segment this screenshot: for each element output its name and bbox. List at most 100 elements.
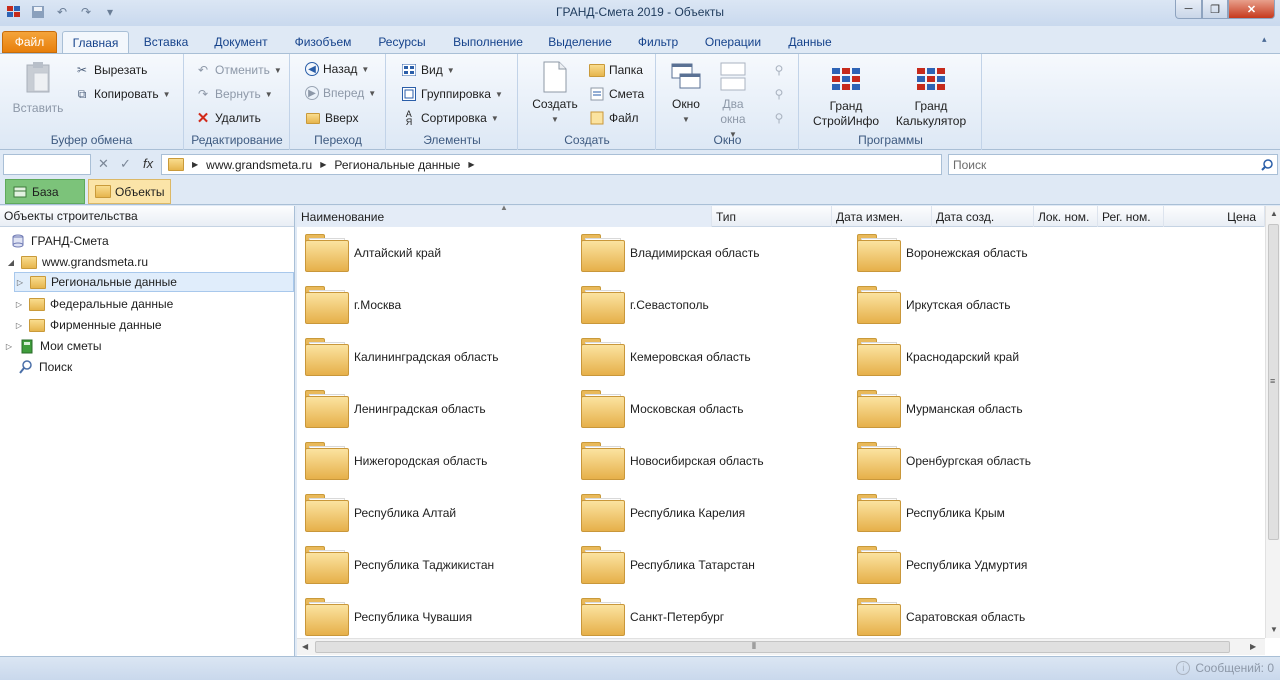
folder-item[interactable]: Краснодарский край — [857, 335, 1019, 379]
tab-base[interactable]: База — [5, 179, 85, 204]
tab-objects[interactable]: Объекты — [88, 179, 171, 204]
folder-item[interactable]: Республика Удмуртия — [857, 543, 1027, 587]
paste-button[interactable]: Вставить — [10, 60, 66, 116]
new-file-button[interactable]: Файл — [589, 110, 639, 126]
sort-button[interactable]: AЯ Сортировка ▼ — [401, 110, 499, 127]
column-date-modified[interactable]: Дата измен. — [832, 206, 932, 227]
messages-status[interactable]: i Сообщений: 0 — [1176, 661, 1274, 675]
cell-name-input[interactable] — [3, 154, 91, 175]
folder-item[interactable]: Республика Крым — [857, 491, 1005, 535]
column-reg-number[interactable]: Рег. ном. — [1098, 206, 1164, 227]
column-date-created[interactable]: Дата созд. — [932, 206, 1034, 227]
confirm-icon[interactable]: ✓ — [120, 156, 131, 172]
search-icon-1[interactable]: ⚲ — [771, 62, 787, 78]
folder-item[interactable]: Нижегородская область — [305, 439, 487, 483]
folder-item[interactable]: Саратовская область — [857, 595, 1025, 638]
horizontal-scrollbar[interactable]: ◀ ⦀ ▶ — [297, 638, 1265, 655]
scroll-down-icon[interactable]: ▼ — [1270, 625, 1278, 634]
folder-item[interactable]: Московская область — [581, 387, 744, 431]
folder-item[interactable]: Алтайский край — [305, 231, 441, 275]
tab-data[interactable]: Данные — [778, 31, 842, 53]
tab-home[interactable]: Главная — [62, 31, 129, 54]
search-icon[interactable] — [1258, 156, 1276, 173]
folder-item[interactable]: Республика Алтай — [305, 491, 456, 535]
undo-button[interactable]: ↶ Отменить ▼ — [195, 62, 282, 78]
tree-node-firm-data[interactable]: ▷ Фирменные данные — [14, 315, 162, 335]
horizontal-scroll-thumb[interactable] — [315, 641, 1230, 653]
window-button[interactable]: Окно ▼ — [665, 60, 707, 127]
tab-selection[interactable]: Выделение — [540, 31, 620, 53]
close-button[interactable]: ✕ — [1228, 0, 1275, 19]
folder-item[interactable]: Санкт-Петербург — [581, 595, 724, 638]
redo-button[interactable]: ↷ Вернуть ▼ — [195, 86, 273, 102]
column-name[interactable]: Наименование ▲ — [297, 203, 712, 227]
folder-item[interactable]: Оренбургская область — [857, 439, 1031, 483]
folder-item[interactable]: Республика Чувашия — [305, 595, 472, 638]
expand-triangle-icon[interactable]: ▷ — [4, 342, 14, 351]
folder-item[interactable]: Иркутская область — [857, 283, 1011, 327]
copy-button[interactable]: ⧉ Копировать ▼ — [74, 86, 171, 102]
collapse-triangle-icon[interactable]: ◢ — [6, 258, 16, 267]
delete-button[interactable]: ✕ Удалить — [195, 110, 261, 127]
folder-item[interactable]: г.Севастополь — [581, 283, 709, 327]
grand-stroyinfo-button[interactable]: Гранд СтройИнфо — [810, 62, 882, 129]
cancel-icon[interactable]: ✕ — [98, 156, 109, 172]
search-icon-2[interactable]: ⚲ — [771, 86, 787, 102]
tree-node-regional-data[interactable]: ▷ Региональные данные — [14, 272, 294, 292]
expand-triangle-icon[interactable]: ▷ — [15, 278, 25, 287]
tab-operations[interactable]: Операции — [696, 31, 770, 53]
folder-item[interactable]: Республика Карелия — [581, 491, 745, 535]
tab-file[interactable]: Файл — [2, 31, 57, 53]
grand-calculator-button[interactable]: Гранд Калькулятор — [892, 62, 970, 129]
folder-item[interactable]: Республика Таджикистан — [305, 543, 494, 587]
folder-item[interactable]: г.Москва — [305, 283, 401, 327]
expand-triangle-icon[interactable]: ▷ — [14, 300, 24, 309]
folder-item[interactable]: Новосибирская область — [581, 439, 764, 483]
function-icon[interactable]: fx — [143, 156, 153, 171]
new-estimate-button[interactable]: Смета — [589, 86, 644, 102]
cut-button[interactable]: ✂ Вырезать — [74, 62, 147, 78]
maximize-button[interactable]: ❐ — [1202, 0, 1228, 19]
breadcrumb[interactable]: ▶ www.grandsmeta.ru ▶ Региональные данны… — [161, 154, 942, 175]
scroll-left-icon[interactable]: ◀ — [302, 642, 308, 651]
tree-node-federal-data[interactable]: ▷ Федеральные данные — [14, 294, 173, 314]
collapse-ribbon-icon[interactable]: ▴ — [1262, 34, 1267, 45]
tree-node-grand-smeta[interactable]: ГРАНД-Смета — [10, 231, 109, 251]
search-icon-3[interactable]: ⚲ — [771, 110, 787, 126]
back-button[interactable]: ◀ Назад ▼ — [305, 62, 369, 76]
tab-document[interactable]: Документ — [204, 31, 278, 53]
folder-item[interactable]: Мурманская область — [857, 387, 1023, 431]
tree-node-grandsmeta-ru[interactable]: ◢ www.grandsmeta.ru — [6, 252, 148, 272]
breadcrumb-item[interactable]: www.grandsmeta.ru — [206, 158, 312, 172]
tab-insert[interactable]: Вставка — [136, 31, 196, 53]
tab-filter[interactable]: Фильтр — [628, 31, 688, 53]
create-button[interactable]: Создать ▼ — [529, 60, 581, 127]
search-input[interactable]: Поиск — [948, 154, 1278, 175]
vertical-scrollbar[interactable]: ▲ ≡ ▼ — [1265, 206, 1280, 638]
folder-item[interactable]: Кемеровская область — [581, 335, 751, 379]
folder-item[interactable]: Ленинградская область — [305, 387, 486, 431]
column-price[interactable]: Цена — [1164, 206, 1265, 227]
scroll-up-icon[interactable]: ▲ — [1270, 209, 1278, 218]
column-type[interactable]: Тип — [712, 206, 832, 227]
scroll-right-icon[interactable]: ▶ — [1250, 642, 1256, 651]
folder-item[interactable]: Республика Татарстан — [581, 543, 755, 587]
new-folder-button[interactable]: Папка — [589, 62, 643, 78]
minimize-button[interactable]: ─ — [1175, 0, 1202, 19]
tree-node-my-estimates[interactable]: ▷ Мои сметы — [4, 336, 102, 356]
breadcrumb-item[interactable]: Региональные данные — [334, 158, 460, 172]
tab-physvolume[interactable]: Физобъем — [286, 31, 360, 53]
folder-item[interactable]: Калининградская область — [305, 335, 499, 379]
up-button[interactable]: Вверх — [305, 110, 358, 126]
expand-triangle-icon[interactable]: ▷ — [14, 321, 24, 330]
view-button[interactable]: Вид ▼ — [401, 62, 455, 78]
tab-execution[interactable]: Выполнение — [444, 31, 532, 53]
folder-item[interactable]: Владимирская область — [581, 231, 759, 275]
folder-item[interactable]: Воронежская область — [857, 231, 1028, 275]
forward-button[interactable]: ▶ Вперед ▼ — [305, 86, 376, 100]
two-windows-button[interactable]: Два окна ▼ — [713, 60, 753, 142]
tab-resources[interactable]: Ресурсы — [368, 31, 436, 53]
column-local-number[interactable]: Лок. ном. — [1034, 206, 1098, 227]
group-button[interactable]: Группировка ▼ — [401, 86, 503, 102]
tree-node-search[interactable]: Поиск — [18, 357, 72, 377]
